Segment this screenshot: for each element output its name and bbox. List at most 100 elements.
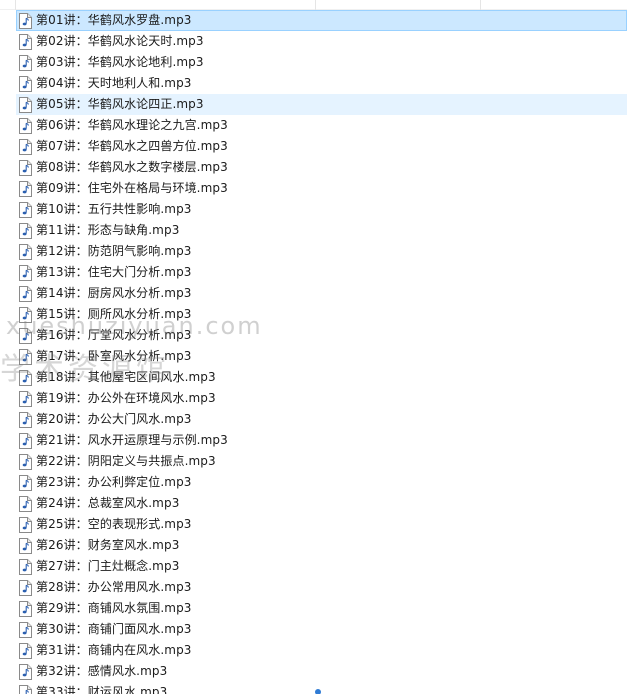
- audio-file-icon: [19, 75, 32, 92]
- audio-file-icon: [19, 495, 32, 512]
- file-name: 第09讲：住宅外在格局与环境.mp3: [36, 181, 228, 195]
- audio-file-icon: [19, 642, 32, 659]
- file-row-12[interactable]: 第12讲：防范阴气影响.mp3: [16, 241, 627, 262]
- file-name: 第12讲：防范阴气影响.mp3: [36, 244, 192, 258]
- file-name: 第33讲：财运风水.mp3: [36, 685, 168, 694]
- file-row-8[interactable]: 第08讲：华鹤风水之数字楼层.mp3: [16, 157, 627, 178]
- file-row-22[interactable]: 第22讲：阴阳定义与共振点.mp3: [16, 451, 627, 472]
- file-name: 第27讲：门主灶概念.mp3: [36, 559, 180, 573]
- file-name: 第04讲：天时地利人和.mp3: [36, 76, 192, 90]
- file-row-3[interactable]: 第03讲：华鹤风水论地利.mp3: [16, 52, 627, 73]
- audio-file-icon: [19, 285, 32, 302]
- column-header-type[interactable]: [481, 0, 627, 10]
- audio-file-icon: [19, 264, 32, 281]
- file-row-9[interactable]: 第09讲：住宅外在格局与环境.mp3: [16, 178, 627, 199]
- audio-file-icon: [19, 33, 32, 50]
- audio-file-icon: [19, 390, 32, 407]
- file-row-4[interactable]: 第04讲：天时地利人和.mp3: [16, 73, 627, 94]
- file-row-1[interactable]: 第01讲：华鹤风水罗盘.mp3: [16, 10, 627, 31]
- file-name: 第01讲：华鹤风水罗盘.mp3: [36, 13, 192, 27]
- file-row-32[interactable]: 第32讲：感情风水.mp3: [16, 661, 627, 682]
- audio-file-icon: [19, 243, 32, 260]
- audio-file-icon: [19, 663, 32, 680]
- file-name: 第15讲：厕所风水分析.mp3: [36, 307, 192, 321]
- audio-file-icon: [19, 180, 32, 197]
- file-name: 第10讲：五行共性影响.mp3: [36, 202, 192, 216]
- column-header-name[interactable]: [16, 0, 316, 10]
- file-name: 第28讲：办公常用风水.mp3: [36, 580, 192, 594]
- file-row-31[interactable]: 第31讲：商铺内在风水.mp3: [16, 640, 627, 661]
- audio-file-icon: [19, 54, 32, 71]
- file-name: 第24讲：总裁室风水.mp3: [36, 496, 180, 510]
- file-name: 第03讲：华鹤风水论地利.mp3: [36, 55, 204, 69]
- file-name: 第02讲：华鹤风水论天时.mp3: [36, 34, 204, 48]
- audio-file-icon: [19, 306, 32, 323]
- file-row-27[interactable]: 第27讲：门主灶概念.mp3: [16, 556, 627, 577]
- audio-file-icon: [19, 411, 32, 428]
- file-row-28[interactable]: 第28讲：办公常用风水.mp3: [16, 577, 627, 598]
- file-row-16[interactable]: 第16讲：厅堂风水分析.mp3: [16, 325, 627, 346]
- file-row-15[interactable]: 第15讲：厕所风水分析.mp3: [16, 304, 627, 325]
- audio-file-icon: [19, 222, 32, 239]
- file-name: 第14讲：厨房风水分析.mp3: [36, 286, 192, 300]
- audio-file-icon: [19, 138, 32, 155]
- audio-file-icon: [19, 201, 32, 218]
- column-header-strip: [0, 0, 627, 10]
- file-row-13[interactable]: 第13讲：住宅大门分析.mp3: [16, 262, 627, 283]
- file-row-23[interactable]: 第23讲：办公利弊定位.mp3: [16, 472, 627, 493]
- file-row-21[interactable]: 第21讲：风水开运原理与示例.mp3: [16, 430, 627, 451]
- file-name: 第18讲：其他屋宅区间风水.mp3: [36, 370, 216, 384]
- header-spacer: [0, 0, 16, 10]
- audio-file-icon: [19, 516, 32, 533]
- file-row-11[interactable]: 第11讲：形态与缺角.mp3: [16, 220, 627, 241]
- column-header-date[interactable]: [316, 0, 481, 10]
- file-explorer: 第01讲：华鹤风水罗盘.mp3 第02讲：华鹤风水论天时.mp3 第03讲：华鹤…: [0, 0, 627, 694]
- file-name: 第08讲：华鹤风水之数字楼层.mp3: [36, 160, 228, 174]
- audio-file-icon: [19, 474, 32, 491]
- file-row-24[interactable]: 第24讲：总裁室风水.mp3: [16, 493, 627, 514]
- file-row-14[interactable]: 第14讲：厨房风水分析.mp3: [16, 283, 627, 304]
- file-name: 第19讲：办公外在环境风水.mp3: [36, 391, 216, 405]
- scroll-indicator[interactable]: [315, 689, 321, 694]
- file-name: 第11讲：形态与缺角.mp3: [36, 223, 180, 237]
- file-name: 第05讲：华鹤风水论四正.mp3: [36, 97, 204, 111]
- file-name: 第29讲：商铺风水氛围.mp3: [36, 601, 192, 615]
- file-row-25[interactable]: 第25讲：空的表现形式.mp3: [16, 514, 627, 535]
- audio-file-icon: [19, 12, 32, 29]
- file-row-10[interactable]: 第10讲：五行共性影响.mp3: [16, 199, 627, 220]
- file-name: 第16讲：厅堂风水分析.mp3: [36, 328, 192, 342]
- file-name: 第32讲：感情风水.mp3: [36, 664, 168, 678]
- file-row-6[interactable]: 第06讲：华鹤风水理论之九宫.mp3: [16, 115, 627, 136]
- file-name: 第06讲：华鹤风水理论之九宫.mp3: [36, 118, 228, 132]
- file-row-29[interactable]: 第29讲：商铺风水氛围.mp3: [16, 598, 627, 619]
- file-name: 第21讲：风水开运原理与示例.mp3: [36, 433, 228, 447]
- file-name: 第25讲：空的表现形式.mp3: [36, 517, 192, 531]
- file-row-7[interactable]: 第07讲：华鹤风水之四兽方位.mp3: [16, 136, 627, 157]
- audio-file-icon: [19, 621, 32, 638]
- file-name: 第23讲：办公利弊定位.mp3: [36, 475, 192, 489]
- file-row-19[interactable]: 第19讲：办公外在环境风水.mp3: [16, 388, 627, 409]
- audio-file-icon: [19, 579, 32, 596]
- file-row-2[interactable]: 第02讲：华鹤风水论天时.mp3: [16, 31, 627, 52]
- audio-file-icon: [19, 432, 32, 449]
- audio-file-icon: [19, 348, 32, 365]
- audio-file-icon: [19, 327, 32, 344]
- file-row-33[interactable]: 第33讲：财运风水.mp3: [16, 682, 627, 694]
- audio-file-icon: [19, 600, 32, 617]
- file-name: 第17讲：卧室风水分析.mp3: [36, 349, 192, 363]
- audio-file-icon: [19, 558, 32, 575]
- audio-file-icon: [19, 117, 32, 134]
- file-name: 第20讲：办公大门风水.mp3: [36, 412, 192, 426]
- file-row-26[interactable]: 第26讲：财务室风水.mp3: [16, 535, 627, 556]
- file-row-30[interactable]: 第30讲：商铺门面风水.mp3: [16, 619, 627, 640]
- audio-file-icon: [19, 159, 32, 176]
- audio-file-icon: [19, 684, 32, 694]
- file-row-20[interactable]: 第20讲：办公大门风水.mp3: [16, 409, 627, 430]
- file-row-5[interactable]: 第05讲：华鹤风水论四正.mp3: [16, 94, 627, 115]
- file-name: 第26讲：财务室风水.mp3: [36, 538, 180, 552]
- file-row-17[interactable]: 第17讲：卧室风水分析.mp3: [16, 346, 627, 367]
- file-row-18[interactable]: 第18讲：其他屋宅区间风水.mp3: [16, 367, 627, 388]
- file-name: 第30讲：商铺门面风水.mp3: [36, 622, 192, 636]
- file-name: 第22讲：阴阳定义与共振点.mp3: [36, 454, 216, 468]
- file-list: 第01讲：华鹤风水罗盘.mp3 第02讲：华鹤风水论天时.mp3 第03讲：华鹤…: [16, 10, 627, 694]
